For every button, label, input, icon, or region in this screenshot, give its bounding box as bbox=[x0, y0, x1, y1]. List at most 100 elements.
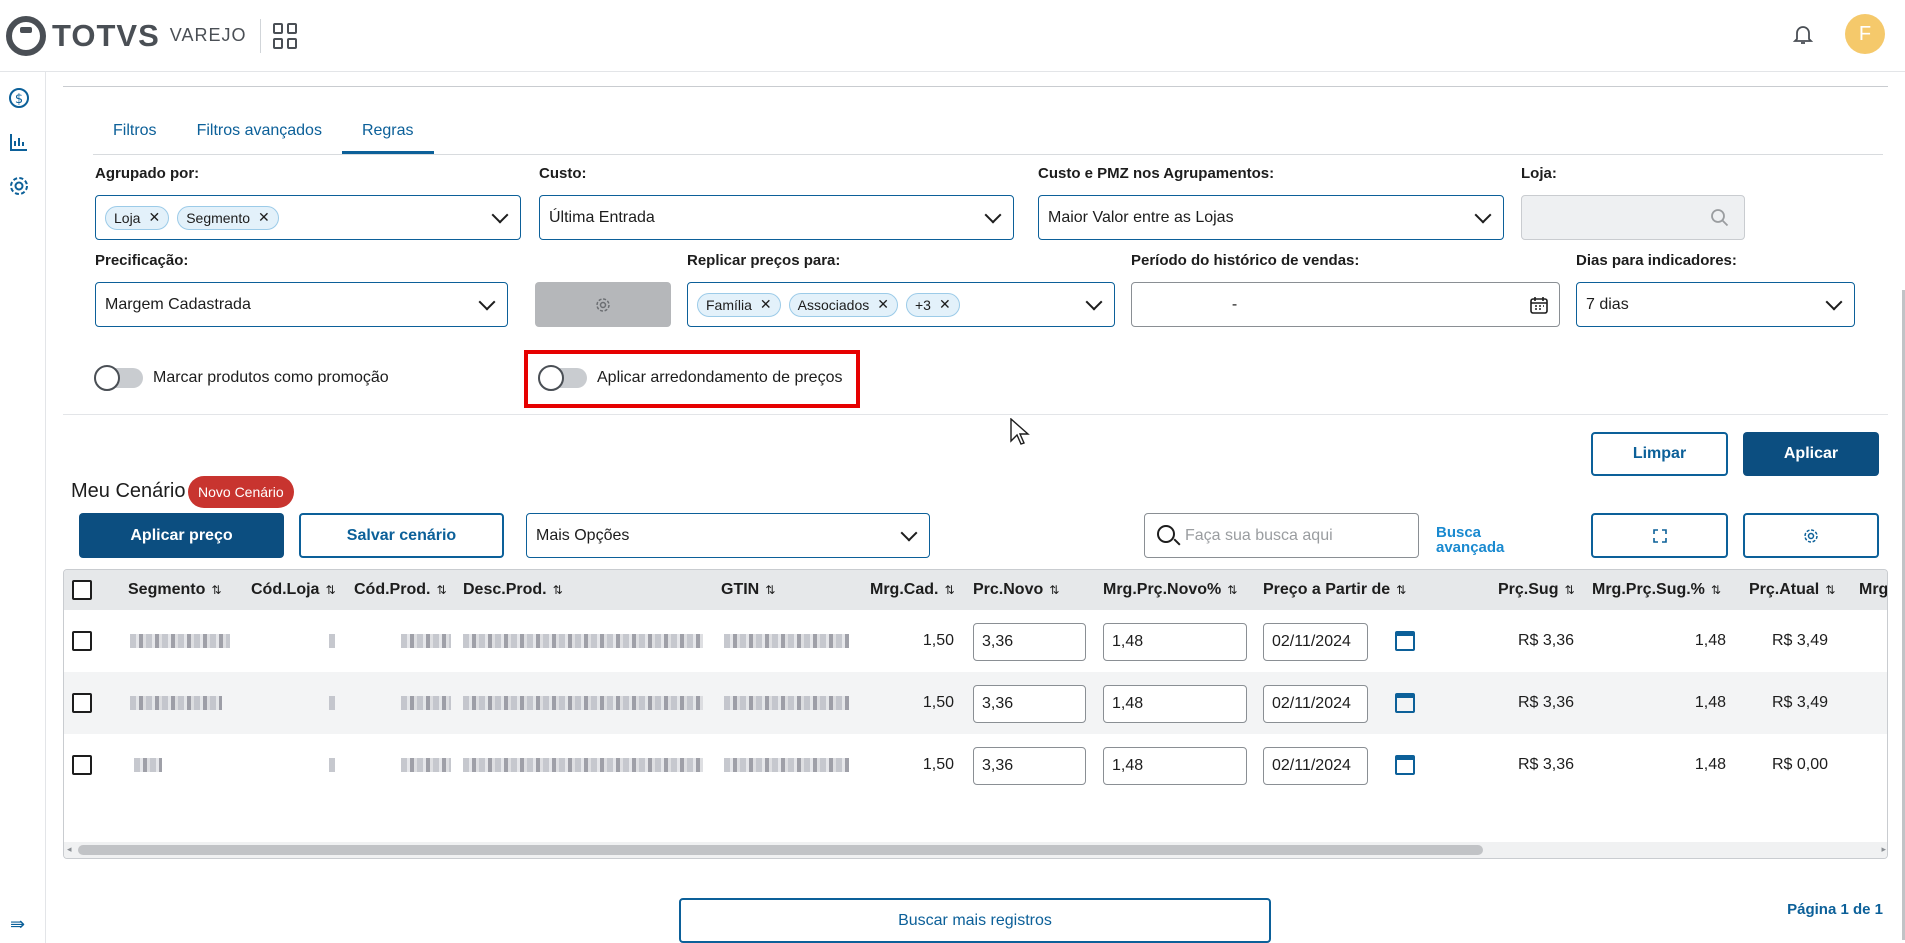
col-desc-prod[interactable]: Desc.Prod. ⇅ bbox=[463, 570, 563, 610]
search-input[interactable]: Faça sua busca aqui bbox=[1144, 513, 1419, 558]
dias-label: Dias para indicadores: bbox=[1576, 252, 1737, 269]
prc-novo-input[interactable]: 3,36 bbox=[973, 685, 1086, 723]
replicar-select[interactable]: Família ✕ Associados ✕ +3 ✕ bbox=[687, 282, 1115, 327]
prc-novo-input[interactable]: 3,36 bbox=[973, 623, 1086, 661]
calendar-icon[interactable] bbox=[1395, 631, 1415, 651]
redacted-desc-prod bbox=[463, 758, 703, 772]
tab-regras[interactable]: Regras bbox=[341, 112, 434, 154]
tab-filtros[interactable]: Filtros bbox=[93, 112, 177, 154]
gear-icon bbox=[596, 297, 610, 312]
select-all-checkbox[interactable] bbox=[72, 580, 92, 600]
row-checkbox[interactable] bbox=[72, 755, 92, 775]
expand-icon bbox=[1652, 528, 1667, 543]
mouse-cursor-icon bbox=[1010, 418, 1030, 445]
bell-icon[interactable] bbox=[1791, 22, 1815, 46]
divider bbox=[63, 414, 1888, 415]
col-preco-a-partir-de[interactable]: Preço a Partir de ⇅ bbox=[1263, 570, 1406, 610]
row-checkbox[interactable] bbox=[72, 631, 92, 651]
col-prc-sug[interactable]: Prç.Sug ⇅ bbox=[1498, 570, 1575, 610]
col-prc-novo[interactable]: Prc.Novo ⇅ bbox=[973, 570, 1059, 610]
col-prc-atual[interactable]: Prç.Atual ⇅ bbox=[1749, 570, 1835, 610]
limpar-button[interactable]: Limpar bbox=[1591, 432, 1728, 476]
chip-remove-icon[interactable]: ✕ bbox=[939, 296, 951, 313]
custo-pmz-select[interactable]: Maior Valor entre as Lojas bbox=[1038, 195, 1504, 240]
brand-logo[interactable]: TOTVS VAREJO bbox=[6, 15, 246, 56]
col-mrg-cad[interactable]: Mrg.Cad. ⇅ bbox=[870, 570, 955, 610]
fullscreen-button[interactable] bbox=[1591, 513, 1728, 558]
dollar-icon[interactable]: $ bbox=[7, 86, 31, 110]
toggle-promocao[interactable]: Marcar produtos como promoção bbox=[94, 365, 389, 391]
highlight-annotation bbox=[524, 350, 860, 408]
precificacao-select[interactable]: Margem Cadastrada bbox=[95, 282, 508, 327]
mais-opcoes-select[interactable]: Mais Opções bbox=[526, 513, 930, 558]
redacted-gtin bbox=[724, 696, 849, 710]
avatar[interactable]: F bbox=[1845, 14, 1885, 54]
precificacao-label: Precificação: bbox=[95, 252, 189, 269]
agrupado-label: Agrupado por: bbox=[95, 165, 200, 182]
col-mrg-prc-novo[interactable]: Mrg.Prç.Novo% ⇅ bbox=[1103, 570, 1237, 610]
chip-remove-icon[interactable]: ✕ bbox=[258, 209, 270, 226]
dias-select[interactable]: 7 dias bbox=[1576, 282, 1855, 327]
top-bar: TOTVS VAREJO F bbox=[0, 0, 1905, 72]
custo-pmz-label: Custo e PMZ nos Agrupamentos: bbox=[1038, 165, 1275, 182]
gear-icon[interactable] bbox=[7, 174, 31, 198]
col-gtin[interactable]: GTIN ⇅ bbox=[721, 570, 775, 610]
chart-icon[interactable] bbox=[7, 130, 31, 154]
scenario-title: Meu Cenário bbox=[71, 480, 186, 502]
date-input[interactable]: 02/11/2024 bbox=[1263, 685, 1368, 723]
data-table: Segmento ⇅ Cód.Loja ⇅ Cód.Prod. ⇅ Desc.Prod… bbox=[63, 569, 1888, 859]
salvar-cenario-button[interactable]: Salvar cenário bbox=[299, 513, 504, 558]
redacted-segmento bbox=[130, 696, 222, 710]
agrupado-select[interactable]: Loja ✕ Segmento ✕ bbox=[95, 195, 521, 240]
toggle-switch[interactable] bbox=[94, 365, 143, 391]
table-row: 1,50 3,36 1,48 02/11/2024 R$ 3,36 1,48 R… bbox=[64, 734, 1887, 796]
scroll-left-icon[interactable]: ◂ bbox=[67, 844, 72, 855]
chip-remove-icon[interactable]: ✕ bbox=[760, 296, 772, 313]
tab-filtros-avancados[interactable]: Filtros avançados bbox=[177, 112, 342, 154]
cell-prc-sug: R$ 3,36 bbox=[1517, 694, 1574, 711]
row-checkbox[interactable] bbox=[72, 693, 92, 713]
busca-avancada-link[interactable]: Busca avançada bbox=[1436, 525, 1504, 555]
col-mrg-prc-sug[interactable]: Mrg.Prç.Sug.% ⇅ bbox=[1592, 570, 1721, 610]
mrg-novo-input[interactable]: 1,48 bbox=[1103, 623, 1247, 661]
redacted-segmento bbox=[130, 634, 230, 648]
side-nav: $ ⇛ bbox=[0, 72, 46, 943]
apps-grid-icon[interactable] bbox=[273, 22, 299, 49]
table-scrollbar[interactable]: ◂ ▸ bbox=[64, 842, 1887, 858]
replicar-label: Replicar preços para: bbox=[687, 252, 841, 269]
buscar-mais-button[interactable]: Buscar mais registros bbox=[679, 898, 1271, 943]
col-mrg[interactable]: Mrg bbox=[1859, 570, 1887, 610]
calendar-icon[interactable] bbox=[1529, 295, 1549, 315]
redacted-cod-loja bbox=[329, 758, 335, 772]
aplicar-button[interactable]: Aplicar bbox=[1743, 432, 1879, 476]
redacted-gtin bbox=[724, 758, 849, 772]
calendar-icon[interactable] bbox=[1395, 755, 1415, 775]
periodo-label: Período do histórico de vendas: bbox=[1131, 252, 1360, 269]
col-segmento[interactable]: Segmento ⇅ bbox=[128, 570, 221, 610]
date-input[interactable]: 02/11/2024 bbox=[1263, 747, 1368, 785]
scroll-thumb[interactable] bbox=[78, 845, 1483, 855]
date-input[interactable]: 02/11/2024 bbox=[1263, 623, 1368, 661]
mrg-novo-input[interactable]: 1,48 bbox=[1103, 747, 1247, 785]
chip-remove-icon[interactable]: ✕ bbox=[877, 296, 889, 313]
cell-mrg-sug: 1,48 bbox=[1694, 756, 1726, 773]
aplicar-preco-button[interactable]: Aplicar preço bbox=[79, 513, 284, 558]
collapse-menu-icon[interactable]: ⇛ bbox=[10, 914, 25, 935]
col-cod-prod[interactable]: Cód.Prod. ⇅ bbox=[354, 570, 447, 610]
redacted-segmento bbox=[134, 758, 162, 772]
chevron-down-icon bbox=[1825, 293, 1843, 311]
chip-remove-icon[interactable]: ✕ bbox=[148, 209, 160, 226]
precificacao-settings-button bbox=[535, 282, 671, 327]
calendar-icon[interactable] bbox=[1395, 693, 1415, 713]
search-icon bbox=[1157, 525, 1175, 543]
custo-select[interactable]: Última Entrada bbox=[539, 195, 1014, 240]
cell-prc-sug: R$ 3,36 bbox=[1517, 756, 1574, 773]
table-settings-button[interactable] bbox=[1743, 513, 1879, 558]
col-cod-loja[interactable]: Cód.Loja ⇅ bbox=[251, 570, 336, 610]
chip-segmento: Segmento ✕ bbox=[177, 205, 279, 230]
main-content: Filtros Filtros avançados Regras Agrupad… bbox=[63, 72, 1905, 943]
mrg-novo-input[interactable]: 1,48 bbox=[1103, 685, 1247, 723]
periodo-date-range[interactable]: - bbox=[1131, 282, 1560, 327]
scroll-right-icon[interactable]: ▸ bbox=[1881, 844, 1886, 855]
prc-novo-input[interactable]: 3,36 bbox=[973, 747, 1086, 785]
